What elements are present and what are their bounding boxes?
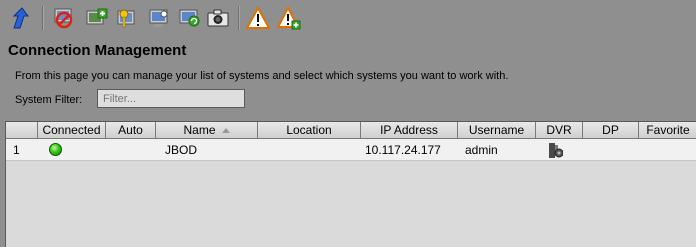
toolbar [0, 0, 696, 38]
column-header-location[interactable]: Location [258, 122, 361, 139]
row-ip-address: 10.117.24.177 [365, 143, 441, 157]
monitor-refresh-icon[interactable] [178, 6, 202, 30]
add-system-icon[interactable] [84, 6, 108, 30]
disconnect-system-icon[interactable] [52, 6, 76, 30]
toolbar-separator [238, 6, 240, 30]
column-header-dvr[interactable]: DVR [536, 122, 583, 139]
warning-add-icon[interactable] [277, 6, 301, 30]
dvr-icon [549, 143, 563, 158]
row-username: admin [465, 143, 498, 157]
column-header-username[interactable]: Username [458, 122, 536, 139]
key-login-icon[interactable] [115, 6, 139, 30]
back-arrow-icon[interactable] [8, 6, 32, 30]
row-index: 1 [13, 143, 20, 157]
column-header-favorite[interactable]: Favorite [639, 122, 696, 139]
toolbar-separator [42, 6, 44, 30]
warning-icon[interactable] [246, 6, 270, 30]
column-header-name-label: Name [183, 123, 216, 137]
column-header-connected[interactable]: Connected [38, 122, 106, 139]
systems-table: Connected Auto Name Location IP Address … [5, 121, 696, 247]
column-header-ip-address[interactable]: IP Address [361, 122, 458, 139]
column-header-dp[interactable]: DP [583, 122, 639, 139]
column-header-auto[interactable]: Auto [106, 122, 156, 139]
row-name: JBOD [165, 143, 198, 157]
page-title: Connection Management [8, 42, 187, 59]
table-row[interactable]: 1 JBOD 10.117.24.177 admin [6, 139, 696, 161]
system-filter-label: System Filter: [15, 94, 83, 106]
system-filter-input[interactable] [97, 89, 245, 108]
sort-ascending-icon [221, 128, 230, 134]
monitor-edit-icon[interactable] [147, 6, 171, 30]
page-description: From this page you can manage your list … [15, 70, 509, 82]
column-header-name[interactable]: Name [156, 122, 258, 139]
green-status-icon [49, 143, 62, 156]
column-header-index[interactable] [6, 122, 38, 139]
camera-icon[interactable] [206, 6, 230, 30]
